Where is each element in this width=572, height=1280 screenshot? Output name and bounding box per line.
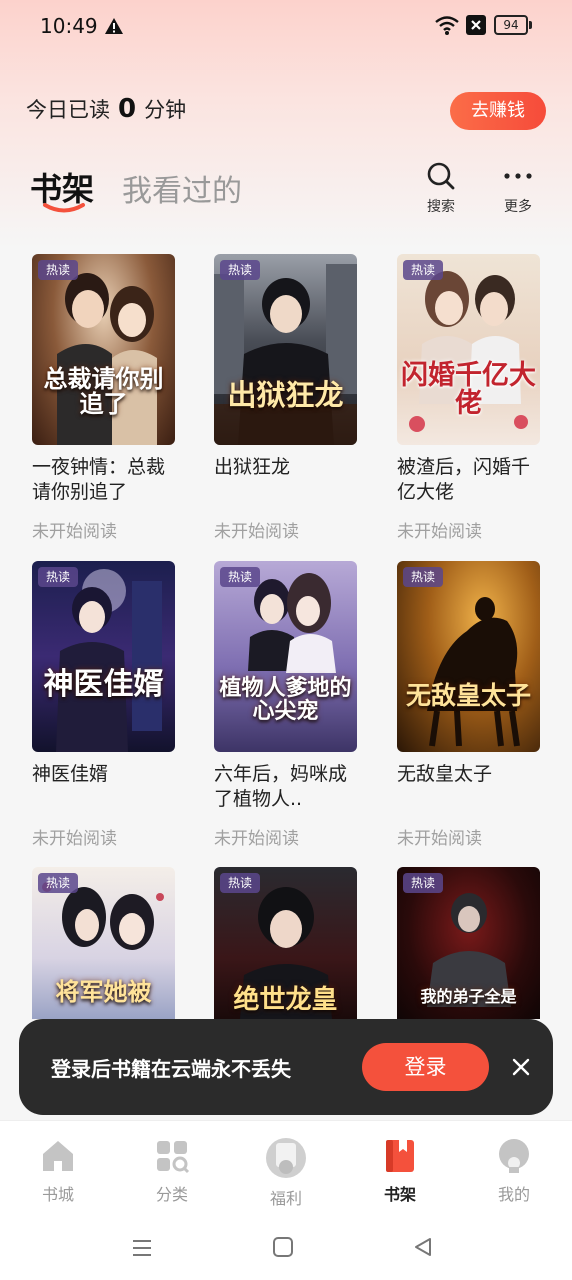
category-icon xyxy=(157,1141,190,1174)
nav-label: 书城 xyxy=(41,1185,74,1204)
book-cover[interactable]: 热读 植物人爹地的心尖宠 xyxy=(214,561,357,752)
read-minutes: 0 xyxy=(118,94,137,124)
book-card[interactable]: 热读 我的弟子全是 xyxy=(397,867,543,1019)
book-card[interactable]: 热读 出狱狂龙 出狱狂龙 未开始阅读 xyxy=(214,254,360,542)
cover-title: 将军她被 xyxy=(55,977,152,1006)
search-icon xyxy=(427,162,455,190)
book-cover[interactable]: 热读 出狱狂龙 xyxy=(214,254,357,445)
book-title: 一夜钟情：总裁请你别追了 xyxy=(32,456,166,503)
book-card[interactable]: 热读 将军她被 xyxy=(32,867,178,1019)
login-button[interactable]: 登录 xyxy=(362,1043,489,1091)
active-tab-indicator xyxy=(43,203,85,213)
book-status: 未开始阅读 xyxy=(214,829,299,849)
hot-badge: 热读 xyxy=(220,567,260,587)
home-button-icon[interactable] xyxy=(272,1236,294,1258)
book-title: 神医佳婿 xyxy=(32,763,109,785)
tab-history[interactable]: 我看过的 xyxy=(122,166,242,210)
hot-badge: 热读 xyxy=(38,567,78,587)
hot-badge: 热读 xyxy=(403,873,443,893)
book-card[interactable]: 热读 神医佳婿 神医佳婿 未开始阅读 xyxy=(32,561,178,849)
read-suffix: 分钟 xyxy=(144,98,187,122)
close-icon[interactable] xyxy=(509,1055,533,1079)
book-status: 未开始阅读 xyxy=(397,829,482,849)
book-title: 出狱狂龙 xyxy=(214,456,291,478)
hot-badge: 热读 xyxy=(38,873,78,893)
search-button[interactable]: 搜索 xyxy=(411,160,471,216)
battery-icon: 94 xyxy=(494,15,534,35)
book-card[interactable]: 热读 绝世龙皇 xyxy=(214,867,360,1019)
battery-level: 94 xyxy=(494,15,528,35)
book-cover[interactable]: 热读 总裁请你别追了 xyxy=(32,254,175,445)
cover-title: 出狱狂龙 xyxy=(227,378,344,412)
profile-icon xyxy=(499,1139,529,1173)
book-cover[interactable]: 热读 神医佳婿 xyxy=(32,561,175,752)
login-banner-text: 登录后书籍在云端永不丢失 xyxy=(51,1057,291,1081)
hot-badge: 热读 xyxy=(38,260,78,280)
login-banner: 登录后书籍在云端永不丢失 登录 xyxy=(19,1019,553,1115)
book-status: 未开始阅读 xyxy=(32,829,117,849)
alert-icon xyxy=(105,18,123,34)
cover-title: 无敌皇太子 xyxy=(405,681,531,710)
nav-label: 我的 xyxy=(497,1185,530,1204)
wifi-icon xyxy=(435,16,459,35)
book-status: 未开始阅读 xyxy=(32,522,117,542)
book-cover[interactable]: 热读 绝世龙皇 xyxy=(214,867,357,1019)
recents-icon[interactable] xyxy=(130,1236,154,1260)
status-bar: 10:49 94 xyxy=(0,0,572,52)
system-navigation-bar xyxy=(0,1216,572,1280)
nav-bookshelf[interactable]: 书架 xyxy=(360,1137,440,1205)
search-label: 搜索 xyxy=(427,199,455,215)
book-card[interactable]: 热读 无敌皇太子 无敌皇太子 未开始阅读 xyxy=(397,561,543,849)
gift-icon xyxy=(266,1138,306,1178)
cover-illustration xyxy=(214,264,357,445)
cover-title: 绝世龙皇 xyxy=(233,985,338,1015)
read-prefix: 今日已读 xyxy=(26,98,110,122)
cover-title: 闪婚千亿大佬 xyxy=(401,360,536,420)
cover-title: 总裁请你别追了 xyxy=(43,364,164,419)
more-button[interactable]: 更多 xyxy=(488,160,548,216)
book-cover[interactable]: 热读 闪婚千亿大佬 xyxy=(397,254,540,445)
cover-title: 神医佳婿 xyxy=(43,667,164,702)
hot-badge: 热读 xyxy=(403,260,443,280)
hot-badge: 热读 xyxy=(403,567,443,587)
home-icon xyxy=(43,1141,73,1171)
bottom-navigation: 书城 分类 福利 书架 我的 xyxy=(0,1120,572,1216)
nav-label: 福利 xyxy=(269,1189,302,1208)
more-icon xyxy=(504,173,532,179)
book-status: 未开始阅读 xyxy=(214,522,299,542)
nav-welfare[interactable]: 福利 xyxy=(246,1137,326,1209)
read-today-summary: 今日已读 0 分钟 xyxy=(26,94,186,124)
hot-badge: 热读 xyxy=(220,260,260,280)
cover-illustration xyxy=(427,597,520,747)
nav-profile[interactable]: 我的 xyxy=(474,1137,554,1205)
book-cover[interactable]: 热读 将军她被 xyxy=(32,867,175,1019)
book-status: 未开始阅读 xyxy=(397,522,482,542)
book-title: 六年后，妈咪成了植物人.. xyxy=(214,763,348,810)
status-time: 10:49 xyxy=(40,14,98,38)
book-card[interactable]: 热读 闪婚千亿大佬 被渣后，闪婚千亿大佬 未开始阅读 xyxy=(397,254,543,542)
nav-category[interactable]: 分类 xyxy=(132,1137,212,1205)
bookshelf-icon xyxy=(386,1140,414,1172)
cover-illustration xyxy=(56,569,162,752)
cover-title: 植物人爹地的心尖宠 xyxy=(219,675,352,725)
more-label: 更多 xyxy=(504,199,532,215)
hot-badge: 热读 xyxy=(220,873,260,893)
nav-label: 分类 xyxy=(155,1185,188,1204)
blocked-icon xyxy=(466,15,486,35)
book-cover[interactable]: 热读 无敌皇太子 xyxy=(397,561,540,752)
book-card[interactable]: 热读 总裁请你别追了 一夜钟情：总裁请你别追了 未开始阅读 xyxy=(32,254,178,542)
book-title: 无敌皇太子 xyxy=(397,763,493,785)
earn-money-button[interactable]: 去赚钱 xyxy=(450,92,546,130)
back-icon[interactable] xyxy=(412,1236,434,1258)
book-card[interactable]: 热读 植物人爹地的心尖宠 六年后，妈咪成了植物人.. 未开始阅读 xyxy=(214,561,360,849)
nav-bookstore[interactable]: 书城 xyxy=(18,1137,98,1205)
nav-label: 书架 xyxy=(383,1185,416,1204)
cover-title: 我的弟子全是 xyxy=(420,987,517,1006)
book-cover[interactable]: 热读 我的弟子全是 xyxy=(397,867,540,1019)
book-title: 被渣后，闪婚千亿大佬 xyxy=(397,456,531,503)
